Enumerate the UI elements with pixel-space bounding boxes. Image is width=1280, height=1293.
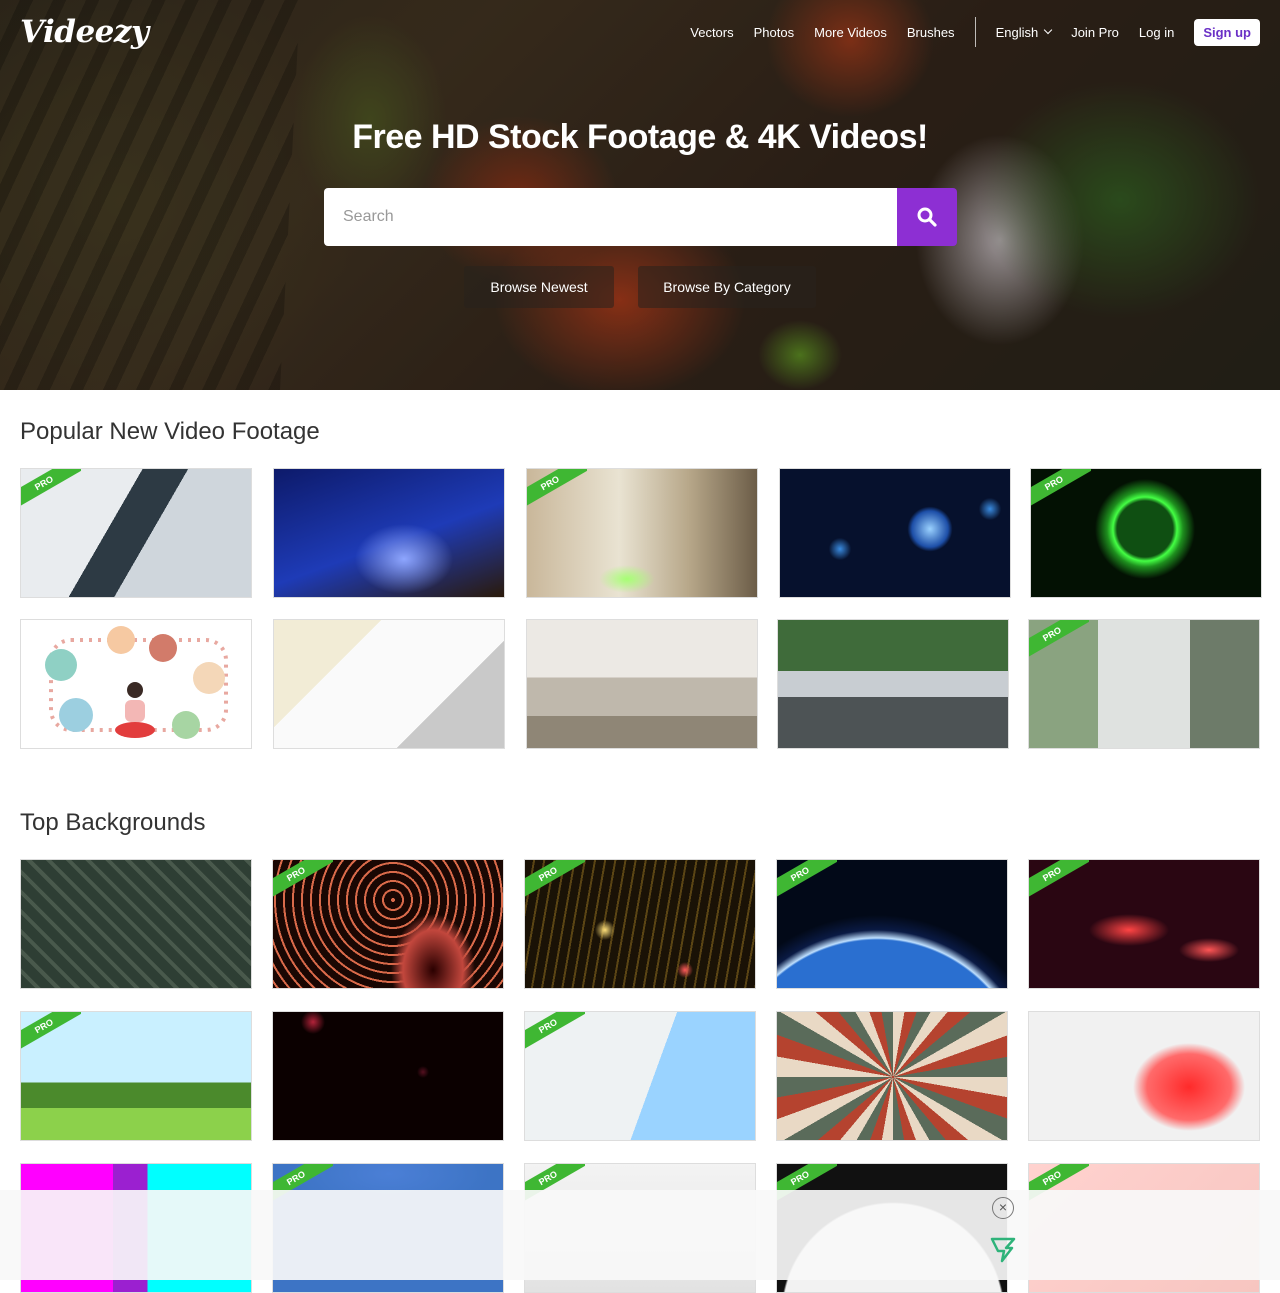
search-bar — [324, 188, 957, 246]
pro-badge: PRO — [527, 469, 587, 509]
pro-badge: PRO — [1029, 860, 1089, 900]
video-thumbnail[interactable] — [1028, 1011, 1260, 1141]
top-navigation: Videezy Vectors Photos More Videos Brush… — [0, 0, 1280, 66]
video-thumbnail[interactable] — [779, 468, 1011, 598]
video-thumbnail[interactable]: PRO — [272, 859, 504, 989]
video-thumbnail[interactable] — [273, 468, 505, 598]
video-thumbnail[interactable]: PRO — [1028, 859, 1260, 989]
site-logo[interactable]: Videezy — [20, 14, 149, 50]
nav-link-vectors[interactable]: Vectors — [690, 25, 733, 40]
pro-badge: PRO — [21, 469, 81, 509]
nav-divider — [974, 17, 976, 47]
video-thumbnail[interactable] — [20, 859, 252, 989]
close-icon[interactable]: × — [992, 1197, 1014, 1219]
video-thumbnail[interactable]: PRO — [524, 859, 756, 989]
video-thumbnail[interactable]: PRO — [1030, 468, 1262, 598]
nav-link-brushes[interactable]: Brushes — [907, 25, 955, 40]
video-thumbnail[interactable] — [526, 619, 758, 749]
pro-badge: PRO — [525, 860, 585, 900]
ad-provider-logo-icon — [990, 1237, 1016, 1263]
pro-badge: PRO — [777, 860, 837, 900]
backgrounds-section-title: Top Backgrounds — [20, 809, 206, 836]
video-thumbnail[interactable]: PRO — [526, 468, 758, 598]
language-label: English — [995, 24, 1039, 40]
search-icon — [917, 207, 937, 227]
language-selector[interactable]: English — [995, 24, 1053, 40]
video-thumbnail[interactable] — [777, 619, 1009, 749]
video-thumbnail[interactable]: PRO — [1028, 619, 1260, 749]
signup-button[interactable]: Sign up — [1194, 18, 1260, 46]
video-thumbnail[interactable] — [272, 1011, 504, 1141]
video-thumbnail[interactable]: PRO — [20, 1011, 252, 1141]
pro-badge: PRO — [525, 1012, 585, 1052]
hero-title: Free HD Stock Footage & 4K Videos! — [352, 118, 928, 156]
login-link[interactable]: Log in — [1139, 25, 1174, 40]
pro-badge: PRO — [273, 860, 333, 900]
video-thumbnail[interactable]: PRO — [20, 468, 252, 598]
nav-links: Vectors Photos More Videos Brushes Engli… — [670, 16, 1260, 48]
illustration-graphic — [45, 626, 228, 739]
pro-badge: PRO — [1029, 620, 1089, 660]
search-button[interactable] — [897, 188, 957, 246]
video-thumbnail[interactable]: PRO — [776, 859, 1008, 989]
ad-banner — [0, 1190, 1280, 1280]
chevron-down-icon — [1043, 25, 1053, 35]
nav-link-more-videos[interactable]: More Videos — [814, 25, 887, 40]
browse-newest-button[interactable]: Browse Newest — [464, 266, 614, 308]
hero-banner: Videezy Vectors Photos More Videos Brush… — [0, 0, 1280, 390]
join-pro-link[interactable]: Join Pro — [1071, 25, 1119, 40]
pro-badge: PRO — [21, 1012, 81, 1052]
video-thumbnail[interactable]: PRO — [524, 1011, 756, 1141]
video-thumbnail[interactable] — [776, 1011, 1008, 1141]
video-thumbnail[interactable] — [20, 619, 252, 749]
nav-link-photos[interactable]: Photos — [754, 25, 794, 40]
video-thumbnail[interactable] — [273, 619, 505, 749]
pro-badge: PRO — [1031, 469, 1091, 509]
search-input[interactable] — [324, 188, 897, 246]
browse-by-category-button[interactable]: Browse By Category — [638, 266, 816, 308]
popular-section-title: Popular New Video Footage — [20, 418, 320, 445]
